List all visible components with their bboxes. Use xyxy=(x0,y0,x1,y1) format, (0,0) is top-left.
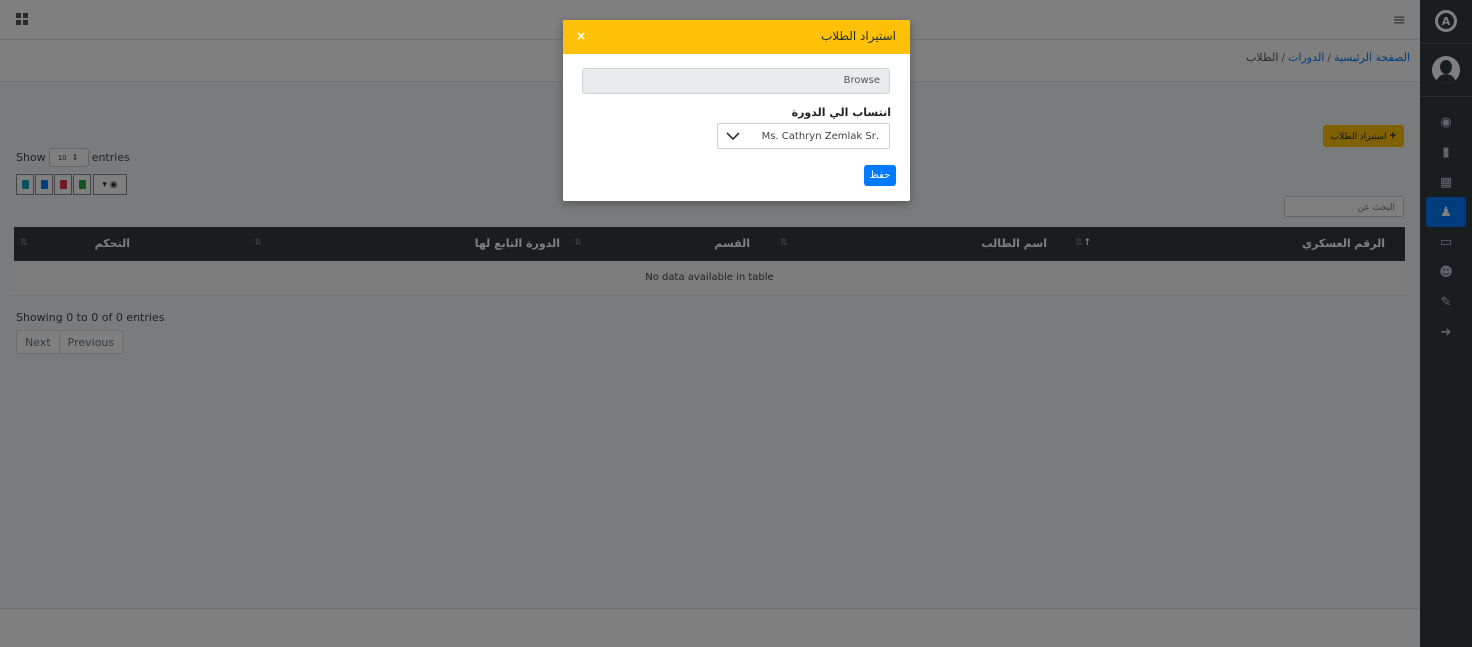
course-select-value: .Ms. Cathryn Zemlak Sr xyxy=(761,131,879,142)
modal-title: استيراد الطلاب xyxy=(820,29,896,43)
close-icon[interactable]: × xyxy=(576,29,586,43)
save-button[interactable]: حفظ xyxy=(864,165,896,186)
import-students-modal: استيراد الطلاب × Browse انتساب الي الدور… xyxy=(563,20,910,201)
chevron-down-icon xyxy=(726,132,740,141)
modal-header: استيراد الطلاب × xyxy=(563,20,910,54)
course-field-label: انتساب الي الدورة xyxy=(791,106,891,119)
course-select[interactable]: .Ms. Cathryn Zemlak Sr xyxy=(717,123,890,149)
file-upload-input[interactable]: Browse xyxy=(582,68,890,94)
